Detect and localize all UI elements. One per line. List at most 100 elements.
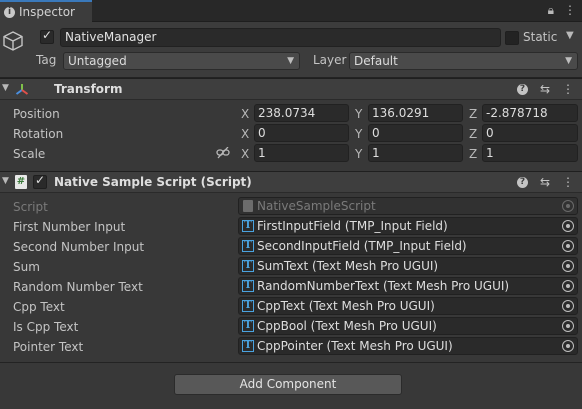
rotation-z-field[interactable]: 0 bbox=[482, 124, 578, 142]
field-label: Is Cpp Text bbox=[13, 320, 79, 334]
position-x-field[interactable]: 238.0734 bbox=[254, 104, 349, 122]
rotation-label: Rotation bbox=[13, 127, 64, 141]
info-icon: i bbox=[4, 6, 15, 18]
layer-dropdown[interactable]: Default ▼ bbox=[349, 52, 578, 70]
scale-y-field[interactable]: 1 bbox=[368, 144, 463, 162]
tab-strip-controls: 🔒︎ ⋮ bbox=[548, 3, 576, 18]
rotation-y-field[interactable]: 0 bbox=[368, 124, 463, 142]
cpp-text-field[interactable]: T CppText (Text Mesh Pro UGUI) bbox=[238, 297, 578, 315]
script-component-header[interactable]: ▼ # Native Sample Script (Script) ? ⇆ ⋮ bbox=[0, 171, 582, 193]
scale-x-field[interactable]: 1 bbox=[254, 144, 349, 162]
field-label: Pointer Text bbox=[13, 340, 84, 354]
tag-label: Tag bbox=[36, 53, 57, 67]
scale-label: Scale bbox=[13, 147, 46, 161]
tag-value: Untagged bbox=[68, 54, 127, 68]
foldout-arrow-icon[interactable]: ▼ bbox=[2, 83, 9, 93]
field-value: FirstInputField (TMP_Input Field) bbox=[257, 219, 448, 233]
active-checkbox[interactable] bbox=[40, 28, 54, 44]
field-value: CppPointer (Text Mesh Pro UGUI) bbox=[257, 339, 453, 353]
second-number-input-field[interactable]: T SecondInputField (TMP_Input Field) bbox=[238, 237, 578, 255]
field-label: First Number Input bbox=[13, 220, 126, 234]
axis-y-label: Y bbox=[355, 127, 363, 141]
is-cpp-text-field[interactable]: T CppBool (Text Mesh Pro UGUI) bbox=[238, 317, 578, 335]
object-picker-icon bbox=[562, 200, 574, 212]
axis-x-label: X bbox=[241, 147, 250, 161]
axis-x-label: X bbox=[241, 127, 250, 141]
script-label: Script bbox=[13, 200, 48, 214]
object-picker-icon[interactable] bbox=[562, 260, 574, 272]
tab-label: Inspector bbox=[19, 5, 75, 19]
field-label: Cpp Text bbox=[13, 300, 65, 314]
text-mesh-pro-icon: T bbox=[242, 340, 254, 352]
axis-z-label: Z bbox=[469, 107, 478, 121]
text-mesh-pro-icon: T bbox=[242, 280, 254, 292]
more-menu-icon[interactable]: ⋮ bbox=[562, 175, 574, 189]
pointer-text-field[interactable]: T CppPointer (Text Mesh Pro UGUI) bbox=[238, 337, 578, 355]
tab-strip: i Inspector 🔒︎ ⋮ bbox=[0, 0, 582, 22]
gameobject-cube-icon bbox=[3, 31, 23, 51]
text-mesh-pro-icon: T bbox=[242, 260, 254, 272]
transform-title: Transform bbox=[54, 82, 123, 96]
more-menu-icon[interactable]: ⋮ bbox=[562, 82, 574, 96]
field-value: SumText (Text Mesh Pro UGUI) bbox=[257, 259, 439, 273]
field-value: SecondInputField (TMP_Input Field) bbox=[257, 239, 467, 253]
sum-field[interactable]: T SumText (Text Mesh Pro UGUI) bbox=[238, 257, 578, 275]
script-component-title: Native Sample Script (Script) bbox=[54, 175, 252, 189]
preset-sliders-icon[interactable]: ⇆ bbox=[540, 175, 550, 189]
random-number-text-field[interactable]: T RandomNumberText (Text Mesh Pro UGUI) bbox=[238, 277, 578, 295]
lock-icon[interactable]: 🔒︎ bbox=[548, 3, 554, 18]
chevron-down-icon: ▼ bbox=[565, 56, 572, 66]
layer-value: Default bbox=[354, 54, 398, 68]
position-y-field[interactable]: 136.0291 bbox=[368, 104, 463, 122]
static-dropdown-arrow-icon[interactable]: ▼ bbox=[566, 30, 574, 41]
object-picker-icon[interactable] bbox=[562, 220, 574, 232]
text-mesh-pro-icon: T bbox=[242, 320, 254, 332]
axis-z-label: Z bbox=[469, 147, 478, 161]
script-file-icon bbox=[243, 200, 253, 212]
object-picker-icon[interactable] bbox=[562, 340, 574, 352]
field-label: Sum bbox=[13, 260, 40, 274]
component-header-controls: ? ⇆ ⋮ bbox=[516, 175, 574, 189]
transform-header[interactable]: ▼ Transform ? ⇆ ⋮ bbox=[0, 78, 582, 100]
component-header-controls: ? ⇆ ⋮ bbox=[516, 82, 574, 96]
axis-y-label: Y bbox=[355, 107, 363, 121]
static-label: Static bbox=[523, 30, 558, 44]
constrain-proportions-link-icon[interactable] bbox=[216, 147, 230, 159]
object-picker-icon[interactable] bbox=[562, 280, 574, 292]
add-component-button[interactable]: Add Component bbox=[174, 374, 402, 395]
text-mesh-pro-icon: T bbox=[242, 240, 254, 252]
object-picker-icon[interactable] bbox=[562, 320, 574, 332]
component-enabled-checkbox[interactable] bbox=[33, 173, 47, 189]
position-z-field[interactable]: -2.878718 bbox=[482, 104, 578, 122]
field-label: Second Number Input bbox=[13, 240, 145, 254]
scale-z-field[interactable]: 1 bbox=[482, 144, 578, 162]
position-label: Position bbox=[13, 107, 60, 121]
field-value: RandomNumberText (Text Mesh Pro UGUI) bbox=[257, 279, 510, 293]
first-number-input-field[interactable]: T FirstInputField (TMP_Input Field) bbox=[238, 217, 578, 235]
layer-label: Layer bbox=[313, 53, 347, 67]
axis-y-label: Y bbox=[355, 147, 363, 161]
text-mesh-pro-icon: T bbox=[242, 220, 254, 232]
preset-sliders-icon[interactable]: ⇆ bbox=[540, 82, 550, 96]
script-hash-icon: # bbox=[15, 175, 27, 189]
transform-axes-icon bbox=[15, 84, 29, 95]
script-value: NativeSampleScript bbox=[257, 199, 376, 213]
field-value: CppText (Text Mesh Pro UGUI) bbox=[257, 299, 435, 313]
rotation-x-field[interactable]: 0 bbox=[254, 124, 349, 142]
axis-z-label: Z bbox=[469, 127, 478, 141]
text-mesh-pro-icon: T bbox=[242, 300, 254, 312]
foldout-arrow-icon[interactable]: ▼ bbox=[2, 176, 9, 186]
axis-x-label: X bbox=[241, 107, 250, 121]
object-picker-icon[interactable] bbox=[562, 300, 574, 312]
object-name-field[interactable]: NativeManager bbox=[60, 28, 501, 47]
field-value: CppBool (Text Mesh Pro UGUI) bbox=[257, 319, 437, 333]
tag-dropdown[interactable]: Untagged ▼ bbox=[63, 52, 300, 70]
static-checkbox[interactable] bbox=[505, 31, 519, 45]
object-picker-icon[interactable] bbox=[562, 240, 574, 252]
help-icon[interactable]: ? bbox=[516, 84, 528, 95]
tab-inspector[interactable]: i Inspector bbox=[0, 0, 92, 22]
help-icon[interactable]: ? bbox=[516, 177, 528, 188]
script-field: NativeSampleScript bbox=[238, 197, 578, 215]
divider bbox=[0, 362, 582, 363]
more-menu-icon[interactable]: ⋮ bbox=[564, 3, 576, 18]
